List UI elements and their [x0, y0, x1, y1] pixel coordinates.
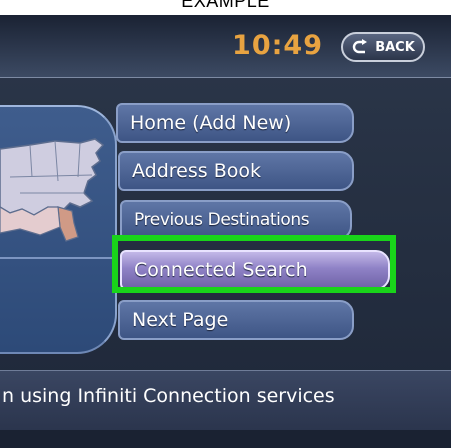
map-panel[interactable] — [0, 105, 117, 354]
menu-item-previous-destinations[interactable]: Previous Destinations — [120, 200, 352, 240]
back-label: BACK — [375, 39, 415, 55]
top-bar: 10:49 BACK — [0, 15, 451, 78]
us-map-icon — [0, 138, 105, 242]
example-caption: EXAMPLE — [181, 0, 270, 11]
annotation-highlight-box — [112, 235, 396, 293]
menu-item-address-book[interactable]: Address Book — [118, 151, 354, 191]
map-panel-divider — [0, 257, 112, 259]
bottom-strip — [0, 430, 451, 448]
clock: 10:49 — [232, 30, 323, 61]
destination-menu: Home (Add New) Address Book Previous Des… — [108, 103, 448, 358]
menu-item-label: Next Page — [132, 309, 229, 331]
menu-item-label: Address Book — [132, 160, 261, 182]
status-bar: n using Infiniti Connection services — [0, 370, 451, 430]
menu-item-next-page[interactable]: Next Page — [118, 300, 354, 340]
menu-item-label: Previous Destinations — [134, 210, 310, 230]
menu-item-home-add-new[interactable]: Home (Add New) — [116, 103, 354, 143]
nav-screen: 10:49 BACK Home (Add New) Address Book P… — [0, 15, 451, 448]
menu-item-label: Home (Add New) — [130, 112, 292, 134]
status-text: n using Infiniti Connection services — [2, 385, 335, 407]
back-button[interactable]: BACK — [341, 32, 425, 62]
u-turn-arrow-icon — [353, 39, 368, 54]
